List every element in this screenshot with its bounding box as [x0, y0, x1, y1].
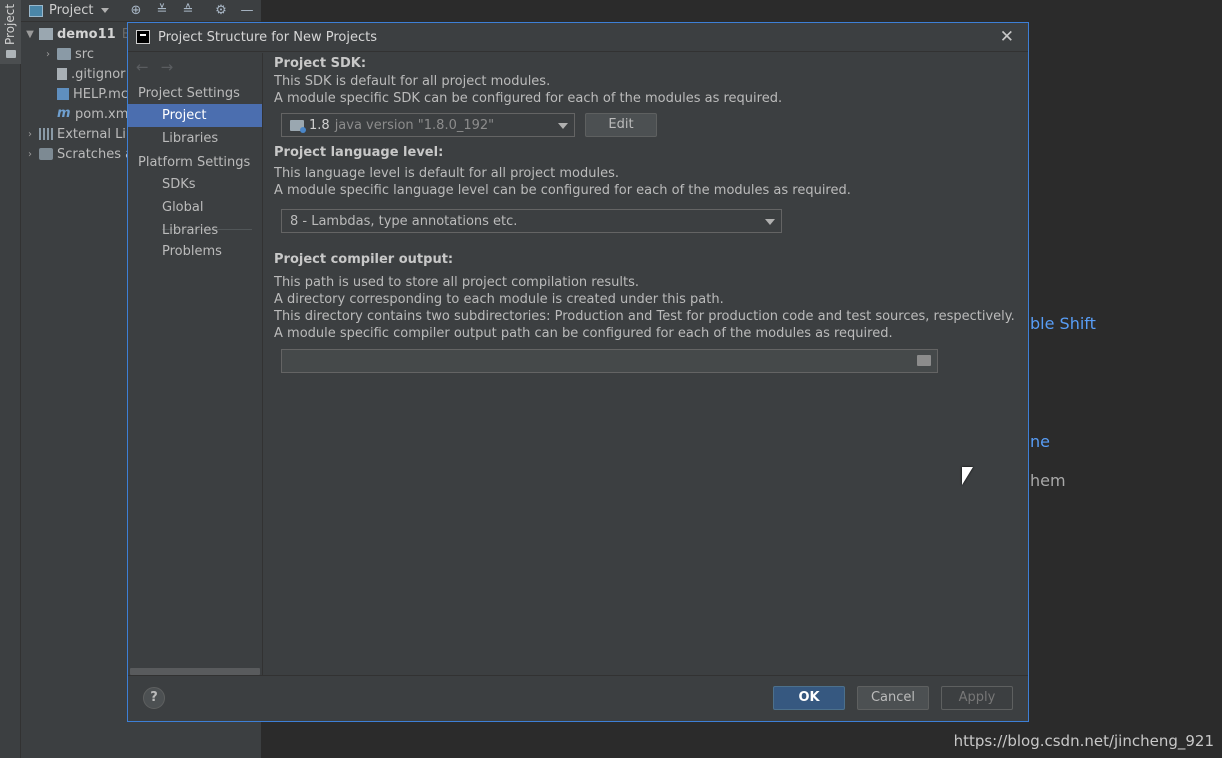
chevron-down-icon — [765, 219, 775, 225]
file-icon — [57, 68, 67, 80]
dialog-sidebar: ← → Project Settings Project Libraries P… — [128, 53, 263, 675]
project-tool-tab[interactable]: Project — [0, 0, 21, 64]
project-panel-toolbar: Project ⊕ ≚ ≙ ⚙ — — [21, 0, 261, 22]
language-level-desc: This language level is default for all p… — [274, 166, 619, 181]
tree-item-label: demo11 — [57, 26, 116, 42]
mouse-cursor-icon — [962, 467, 973, 485]
project-sdk-desc: This SDK is default for all project modu… — [274, 74, 551, 89]
maven-file-icon: m — [57, 106, 71, 121]
sdk-version-detail: java version "1.8.0_192" — [334, 117, 495, 133]
project-tool-tab-label: Project — [3, 3, 17, 45]
ok-button[interactable]: OK — [773, 686, 845, 710]
expand-all-icon[interactable]: ≚ — [154, 3, 170, 19]
chevron-right-icon[interactable]: › — [23, 149, 37, 160]
apply-button[interactable]: Apply — [941, 686, 1013, 710]
tree-item-label: External Lib — [57, 126, 135, 142]
gear-icon[interactable]: ⚙ — [213, 3, 229, 19]
language-level-value: 8 - Lambdas, type annotations etc. — [290, 213, 518, 229]
locate-icon[interactable]: ⊕ — [128, 3, 144, 19]
help-button[interactable]: ? — [143, 687, 165, 709]
tree-item-label: Scratches a — [57, 146, 134, 162]
cancel-button[interactable]: Cancel — [857, 686, 929, 710]
dialog-title-bar[interactable]: Project Structure for New Projects ✕ — [128, 23, 1028, 52]
language-level-select[interactable]: 8 - Lambdas, type annotations etc. — [281, 209, 782, 233]
module-folder-icon — [39, 28, 53, 40]
compiler-output-desc: This path is used to store all project c… — [274, 275, 639, 290]
search-everywhere-hint[interactable]: ble Shift — [1030, 314, 1096, 333]
edit-sdk-button[interactable]: Edit — [585, 113, 657, 137]
chevron-down-icon[interactable] — [101, 8, 110, 13]
compiler-output-desc: This directory contains two subdirectori… — [274, 309, 1015, 324]
language-level-title: Project language level: — [274, 145, 444, 160]
scratches-icon — [39, 148, 53, 160]
project-view-icon — [29, 4, 43, 17]
nav-item-libraries[interactable]: Libraries — [128, 127, 262, 150]
tree-item-label: HELP.mc — [73, 86, 128, 102]
tree-item-label: .gitignor — [71, 66, 126, 82]
tree-item-label: pom.xm — [75, 106, 129, 122]
project-structure-dialog: Project Structure for New Projects ✕ ← →… — [127, 22, 1029, 722]
collapse-all-icon[interactable]: ≙ — [180, 3, 196, 19]
back-arrow-icon[interactable]: ← — [136, 58, 149, 76]
editor-hint-text: hem — [1030, 471, 1066, 490]
tool-window-strip: Project — [0, 0, 21, 758]
compiler-output-field[interactable] — [281, 349, 938, 373]
compiler-output-title: Project compiler output: — [274, 252, 454, 267]
nav-history: ← → — [128, 53, 262, 81]
chevron-right-icon[interactable]: › — [23, 129, 37, 140]
folder-icon — [57, 48, 71, 60]
nav-group-platform-settings: Platform Settings — [138, 155, 251, 170]
language-level-desc: A module specific language level can be … — [274, 183, 851, 198]
project-sdk-desc: A module specific SDK can be configured … — [274, 91, 783, 106]
project-view-selector[interactable]: Project — [49, 3, 93, 18]
tree-item-label: src — [75, 46, 94, 62]
nav-group-project-settings: Project Settings — [138, 86, 240, 101]
minimize-icon[interactable]: — — [239, 3, 255, 19]
nav-item-problems[interactable]: Problems — [128, 240, 262, 263]
intellij-icon — [136, 30, 150, 44]
nav-item-global-libraries[interactable]: Global Libraries — [128, 196, 262, 238]
project-settings-content: Project SDK: This SDK is default for all… — [274, 53, 1024, 673]
nav-item-sdks[interactable]: SDKs — [128, 173, 262, 196]
markdown-file-icon — [57, 88, 69, 100]
chevron-right-icon[interactable]: › — [41, 49, 55, 60]
project-sdk-title: Project SDK: — [274, 56, 367, 71]
nav-item-project[interactable]: Project — [128, 104, 262, 127]
browse-folder-icon[interactable] — [917, 355, 931, 366]
dialog-title: Project Structure for New Projects — [158, 29, 377, 45]
sdk-version: 1.8 — [309, 117, 330, 133]
forward-arrow-icon[interactable]: → — [161, 58, 174, 76]
sidebar-scrollbar[interactable] — [130, 668, 260, 675]
chevron-down-icon[interactable]: ▼ — [23, 29, 37, 40]
close-icon[interactable]: ✕ — [1000, 28, 1014, 46]
project-sdk-select[interactable]: 1.8 java version "1.8.0_192" — [281, 113, 575, 137]
jdk-icon — [290, 119, 306, 133]
compiler-output-desc: A module specific compiler output path c… — [274, 326, 893, 341]
compiler-output-desc: A directory corresponding to each module… — [274, 292, 724, 307]
folder-icon — [6, 50, 16, 58]
watermark: https://blog.csdn.net/jincheng_921 — [953, 732, 1214, 750]
dialog-footer: ? OK Cancel Apply — [128, 675, 1028, 721]
chevron-down-icon — [558, 123, 568, 129]
editor-hint-link[interactable]: ne — [1030, 432, 1050, 451]
library-icon — [39, 128, 53, 140]
